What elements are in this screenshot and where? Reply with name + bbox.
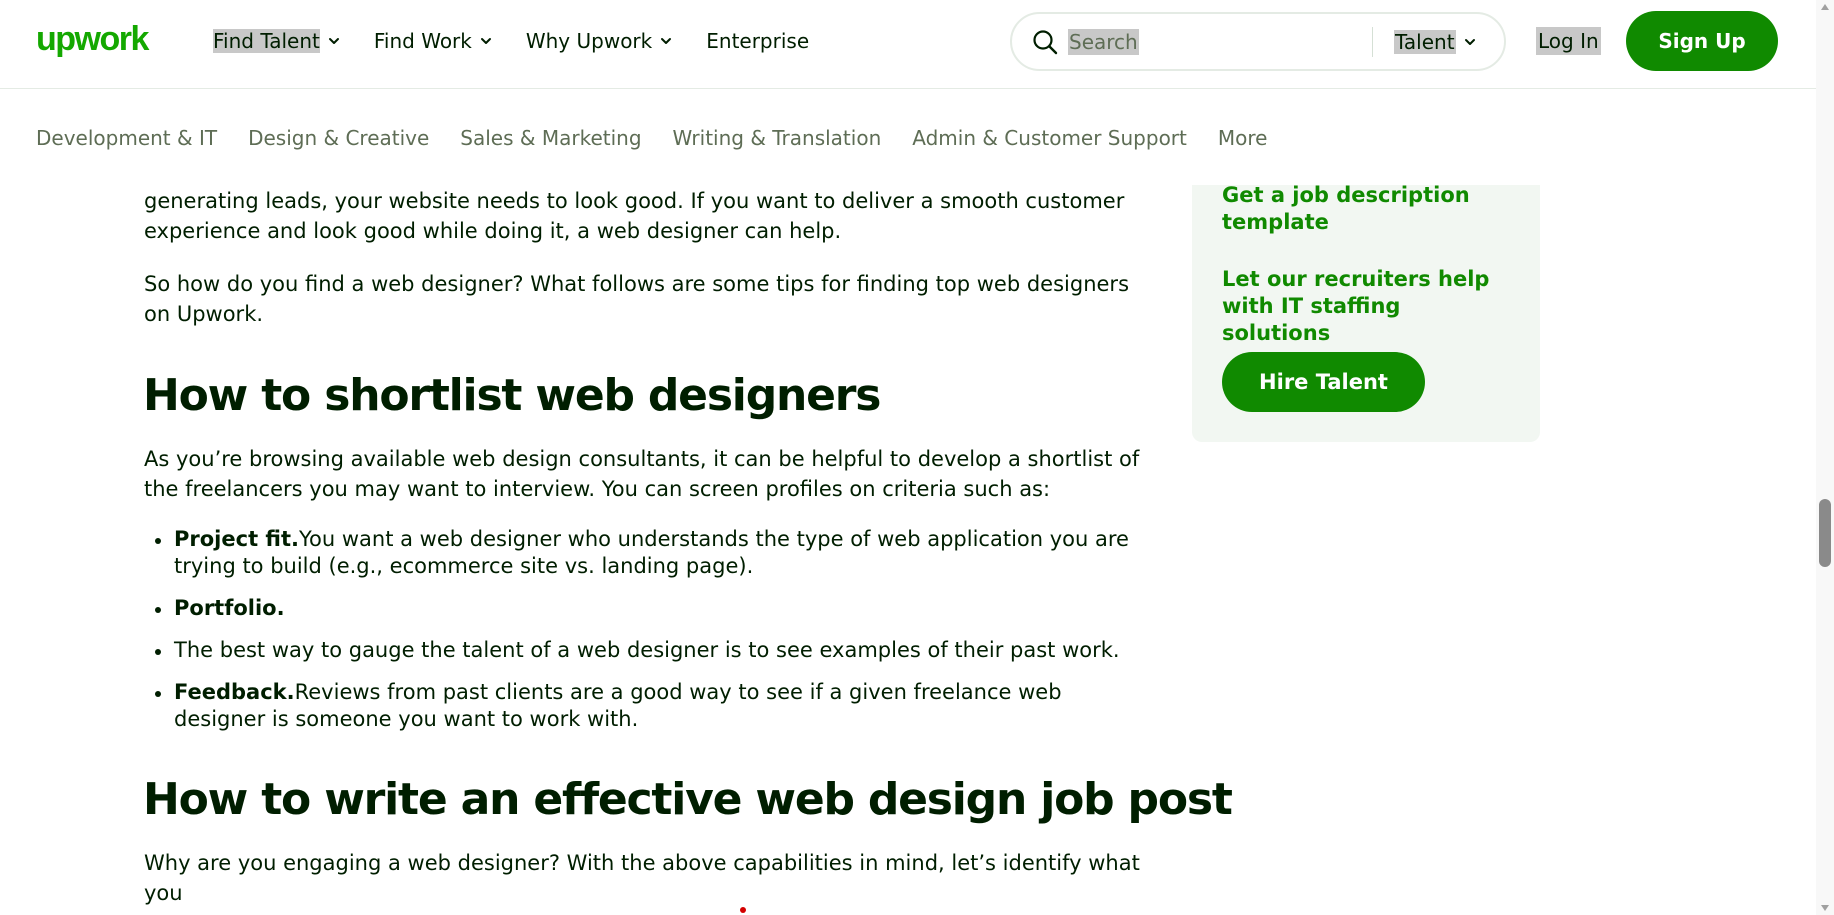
search-placeholder: Search bbox=[1068, 28, 1139, 55]
nav-enterprise-label: Enterprise bbox=[706, 29, 810, 53]
nav-enterprise[interactable]: Enterprise bbox=[705, 26, 810, 56]
article-paragraph: So how do you find a web designer? What … bbox=[144, 272, 1130, 326]
scroll-up-arrow-icon[interactable] bbox=[1821, 4, 1829, 10]
upwork-logo[interactable]: upwork bbox=[36, 20, 160, 60]
chevron-down-icon bbox=[1464, 36, 1476, 48]
main-nav: Find Talent Find Work Why Upwork Enterpr… bbox=[212, 26, 842, 56]
scroll-down-arrow-icon[interactable] bbox=[1821, 905, 1829, 911]
category-design-creative[interactable]: Design & Creative bbox=[248, 126, 429, 150]
search-type-label: Talent bbox=[1394, 30, 1456, 54]
login-link[interactable]: Log In bbox=[1536, 27, 1601, 55]
upwork-logo-icon: upwork bbox=[36, 20, 151, 58]
category-sales-marketing[interactable]: Sales & Marketing bbox=[460, 126, 641, 150]
search-divider bbox=[1372, 27, 1373, 57]
scrollbar-thumb[interactable] bbox=[1819, 499, 1831, 567]
list-item-text: The best way to gauge the talent of a we… bbox=[174, 638, 1120, 662]
list-item-text: Reviews from past clients are a good way… bbox=[174, 680, 1062, 731]
article-paragraph: generating leads, your website needs to … bbox=[144, 189, 1125, 243]
page-scrollbar[interactable] bbox=[1816, 0, 1834, 915]
category-more[interactable]: More bbox=[1218, 126, 1268, 150]
nav-why-upwork-label: Why Upwork bbox=[525, 29, 653, 53]
list-item-text: You want a web designer who understands … bbox=[174, 527, 1129, 578]
category-nav: Development & IT Design & Creative Sales… bbox=[0, 90, 1816, 185]
category-development-it[interactable]: Development & IT bbox=[36, 126, 217, 150]
nav-find-work-label: Find Work bbox=[373, 29, 472, 53]
category-writing-translation[interactable]: Writing & Translation bbox=[673, 126, 882, 150]
chevron-down-icon bbox=[480, 35, 492, 47]
nav-why-upwork[interactable]: Why Upwork bbox=[525, 26, 673, 56]
list-item-bold: Project fit. bbox=[174, 527, 299, 551]
svg-text:upwork: upwork bbox=[36, 20, 149, 58]
search-icon[interactable] bbox=[1030, 27, 1060, 57]
category-admin-support[interactable]: Admin & Customer Support bbox=[912, 126, 1187, 150]
recruiters-staffing-link[interactable]: Let our recruiters help with IT staffing… bbox=[1222, 266, 1512, 347]
search-bar: Search Talent bbox=[1010, 12, 1506, 71]
hire-talent-button[interactable]: Hire Talent bbox=[1222, 352, 1425, 412]
list-item: The best way to gauge the talent of a we… bbox=[144, 637, 1144, 664]
criteria-list: Project fit.You want a web designer who … bbox=[144, 526, 1144, 748]
article-paragraph: As you’re browsing available web design … bbox=[144, 447, 1140, 501]
section-heading-shortlist: How to shortlist web designers bbox=[143, 370, 881, 421]
sidebar-hire-card: Get a job description template Let our r… bbox=[1192, 170, 1540, 442]
top-header: upwork Find Talent Find Work Why Upwork … bbox=[0, 0, 1816, 89]
search-input[interactable]: Search bbox=[1068, 28, 1139, 55]
chevron-down-icon bbox=[328, 35, 340, 47]
artifact-dot bbox=[740, 907, 746, 913]
search-type-dropdown[interactable]: Talent bbox=[1394, 27, 1476, 57]
signup-button[interactable]: Sign Up bbox=[1626, 11, 1778, 71]
section-heading-job-post: How to write an effective web design job… bbox=[143, 774, 1233, 825]
nav-find-talent-label: Find Talent bbox=[213, 29, 320, 53]
nav-find-work[interactable]: Find Work bbox=[373, 26, 493, 56]
list-item: Project fit.You want a web designer who … bbox=[144, 526, 1144, 580]
article-paragraph: Why are you engaging a web designer? Wit… bbox=[144, 851, 1140, 905]
list-item: Portfolio. bbox=[144, 595, 1144, 622]
chevron-down-icon bbox=[660, 35, 672, 47]
job-description-template-link[interactable]: Get a job description template bbox=[1222, 182, 1512, 236]
nav-find-talent[interactable]: Find Talent bbox=[212, 26, 341, 56]
list-item-bold: Portfolio. bbox=[174, 596, 285, 620]
list-item: Feedback.Reviews from past clients are a… bbox=[144, 679, 1144, 733]
list-item-bold: Feedback. bbox=[174, 680, 295, 704]
